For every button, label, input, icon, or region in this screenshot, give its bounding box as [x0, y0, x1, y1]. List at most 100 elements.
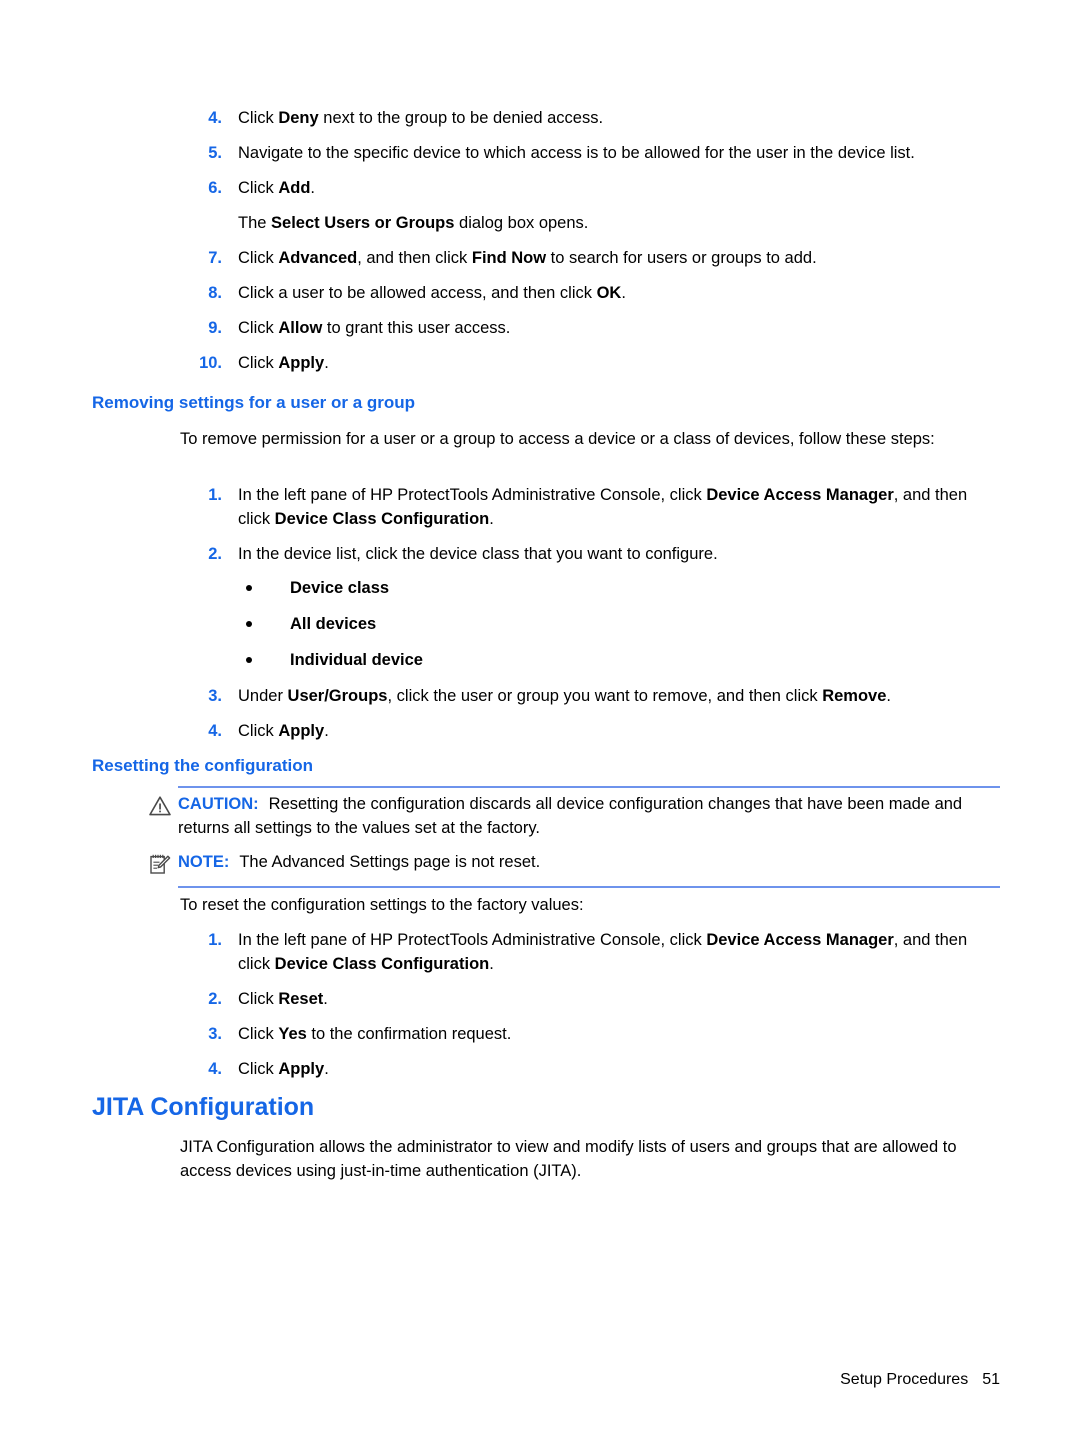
list-item-text: Click Apply. — [238, 351, 992, 375]
caution-admonition: CAUTION: Resetting the configuration disc… — [149, 792, 1000, 840]
list-item-number: 6. — [208, 179, 222, 197]
list-item-number: 3. — [208, 1025, 222, 1043]
bullet-list-item-label: Individual device — [290, 651, 423, 669]
text-run: Click — [238, 109, 279, 127]
footer-page-number: 51 — [982, 1371, 1000, 1388]
list-item-number: 3. — [208, 687, 222, 705]
text-run: Click — [238, 354, 279, 372]
list-item-text: Click Allow to grant this user access. — [238, 316, 992, 340]
list-item-number: 2. — [208, 990, 222, 1008]
text-run: Under — [238, 687, 288, 705]
heading-resetting-configuration: Resetting the configuration — [92, 756, 313, 775]
list-item-text: Click Apply. — [238, 719, 992, 743]
text-run: dialog box opens. — [454, 214, 589, 232]
list-item: 8. Click a user to be allowed access, and… — [180, 281, 992, 305]
text-run: , and then click — [357, 249, 472, 267]
bullet-list-item-label: All devices — [290, 615, 377, 633]
bold-run: Advanced — [278, 249, 358, 267]
bold-run: Find Now — [471, 249, 547, 267]
text-run: . — [324, 1060, 329, 1078]
jita-body-paragraph: JITA Configuration allows the administra… — [180, 1138, 957, 1180]
list-item-number: 7. — [208, 249, 222, 267]
list-item-text: Click a user to be allowed access, and t… — [238, 281, 992, 305]
list-item-subparagraph: The Select Users or Groups dialog box op… — [238, 211, 992, 235]
list-item: 5. Navigate to the specific device to whi… — [180, 141, 992, 165]
bullet-list: Device class All devices Individual device — [238, 576, 992, 672]
text-run: Click — [238, 319, 279, 337]
list-item-text: In the device list, click the device cla… — [238, 542, 992, 566]
list-item: 2. In the device list, click the device c… — [180, 542, 992, 672]
bold-run: Device Access Manager — [706, 931, 894, 949]
list-item-number: 9. — [208, 319, 222, 337]
bold-run: User/Groups — [287, 687, 388, 705]
list-item-number: 10. — [199, 354, 222, 372]
list-item-text: Under User/Groups, click the user or gro… — [238, 684, 992, 708]
list-item: 7. Click Advanced, and then click Find No… — [180, 246, 992, 270]
list-item: 9. Click Allow to grant this user access. — [180, 316, 992, 340]
text-run: In the left pane of HP ProtectTools Admi… — [238, 486, 707, 504]
admonition-bottom-rule — [178, 886, 1000, 888]
text-run: Navigate to the specific device to which… — [238, 144, 915, 162]
list-item-text: In the left pane of HP ProtectTools Admi… — [238, 928, 992, 976]
list-item: 4. Click Apply. — [180, 719, 992, 743]
list-item-number: 2. — [208, 545, 222, 563]
note-admonition: NOTE: The Advanced Settings page is not r… — [150, 850, 1000, 874]
list-item-text: Click Reset. — [238, 987, 992, 1011]
caution-text: Resetting the configuration discards all… — [178, 795, 963, 837]
list-item-text: Click Apply. — [238, 1057, 992, 1081]
text-run: The — [238, 214, 272, 232]
list-item-number: 4. — [208, 1060, 222, 1078]
resetting-intro-paragraph: To reset the configuration settings to t… — [180, 896, 584, 914]
text-run: Click — [238, 1025, 279, 1043]
heading-removing-settings: Removing settings for a user or a group — [92, 393, 416, 412]
list-item-number: 4. — [208, 722, 222, 740]
text-run: Click — [238, 179, 279, 197]
text-run: . — [324, 354, 329, 372]
text-run: In the device list, click the device cla… — [238, 545, 718, 563]
text-run: . — [324, 722, 329, 740]
footer-section-label: Setup Procedures — [840, 1371, 969, 1388]
admonition-block: CAUTION: Resetting the configuration disc… — [149, 786, 1000, 888]
text-run: . — [323, 990, 328, 1008]
text-run: Click — [238, 990, 279, 1008]
bold-run: Select Users or Groups — [271, 214, 455, 232]
text-run: next to the group to be denied access. — [318, 109, 604, 127]
note-label: NOTE: — [178, 853, 230, 871]
steps-list-removing: 1. In the left pane of HP ProtectTools Ad… — [180, 483, 992, 754]
text-run: Click — [238, 1060, 279, 1078]
list-item-text: Click Advanced, and then click Find Now … — [238, 246, 992, 270]
bullet-dot-icon — [246, 621, 252, 627]
list-item: 1. In the left pane of HP ProtectTools Ad… — [180, 483, 992, 531]
steps-list-allowing: 4. Click Deny next to the group to be den… — [180, 106, 992, 386]
list-item: 4. Click Deny next to the group to be den… — [180, 106, 992, 130]
bold-run: Device Access Manager — [706, 486, 894, 504]
text-run: to search for users or groups to add. — [546, 249, 817, 267]
bullet-list-item: Device class — [238, 576, 992, 600]
note-text: The Advanced Settings page is not reset. — [239, 853, 541, 871]
bold-run: Add — [278, 179, 311, 197]
bullet-list-item: All devices — [238, 612, 992, 636]
bold-run: Allow — [278, 319, 323, 337]
warning-triangle-icon — [148, 794, 172, 818]
bold-run: Apply — [278, 722, 325, 740]
list-item-number: 1. — [208, 486, 222, 504]
text-run: Click — [238, 249, 279, 267]
text-run: Click — [238, 722, 279, 740]
list-item: 3. Under User/Groups, click the user or g… — [180, 684, 992, 708]
list-item-number: 4. — [208, 109, 222, 127]
page-footer: Setup Procedures 51 — [0, 1371, 1000, 1389]
bullet-dot-icon — [246, 657, 252, 663]
list-item: 2. Click Reset. — [180, 987, 992, 1011]
list-item: 3. Click Yes to the confirmation request. — [180, 1022, 992, 1046]
text-run: . — [621, 284, 626, 302]
list-item-text: Click Add. — [238, 176, 992, 200]
bullet-dot-icon — [246, 585, 252, 591]
text-run: . — [310, 179, 316, 197]
list-item: 4. Click Apply. — [180, 1057, 992, 1081]
list-item-text: Click Yes to the confirmation request. — [238, 1022, 992, 1046]
bold-run: Reset — [278, 990, 324, 1008]
caution-label: CAUTION: — [178, 795, 259, 813]
bold-run: Deny — [278, 109, 319, 127]
text-run: In the left pane of HP ProtectTools Admi… — [238, 931, 707, 949]
list-item-number: 1. — [208, 931, 222, 949]
